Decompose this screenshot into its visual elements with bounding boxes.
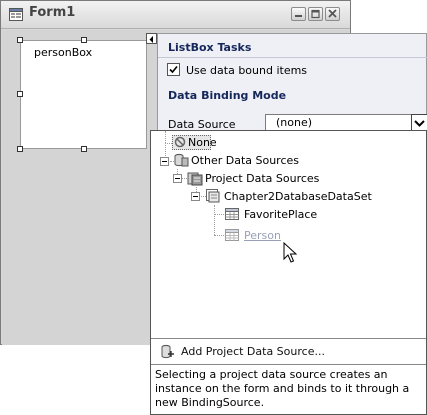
collapse-icon[interactable]: [173, 173, 182, 186]
table-icon: [225, 229, 239, 244]
divider: [151, 364, 426, 365]
tree-item-person[interactable]: Person: [244, 229, 281, 242]
form-icon: [9, 8, 23, 21]
dataset-icon: [206, 189, 220, 206]
minimize-button[interactable]: [291, 7, 306, 21]
tree-item-favoriteplace[interactable]: FavoritePlace: [244, 208, 317, 221]
data-source-dropdown: None Other Data Sources Project Data Sou…: [150, 130, 427, 415]
person-listbox[interactable]: personBox: [20, 40, 147, 149]
window-title: Form1: [29, 5, 76, 20]
tree-item-other-data-sources[interactable]: Other Data Sources: [191, 154, 299, 167]
collapse-icon[interactable]: [160, 156, 169, 169]
tree-item-dataset[interactable]: Chapter2DatabaseDataSet: [224, 190, 372, 203]
collapse-icon[interactable]: [191, 191, 200, 204]
tree-item-project-data-sources[interactable]: Project Data Sources: [205, 172, 319, 185]
divider: [158, 57, 427, 58]
description-text: Selecting a project data source creates …: [155, 368, 410, 409]
data-sources-icon: [173, 153, 189, 171]
mouse-cursor-icon: [283, 241, 298, 267]
data-binding-mode-header: Data Binding Mode: [168, 89, 287, 102]
table-icon: [225, 208, 239, 223]
maximize-button[interactable]: [308, 7, 323, 21]
resize-grip-bottom[interactable]: [81, 146, 87, 152]
use-data-bound-items-checkbox[interactable]: [167, 63, 180, 76]
add-project-data-source-link[interactable]: Add Project Data Source...: [181, 345, 325, 358]
data-source-value: (none): [276, 116, 313, 129]
resize-grip-top[interactable]: [81, 37, 87, 43]
title-bar[interactable]: Form1: [1, 1, 350, 29]
smart-tag-glyph[interactable]: [146, 33, 157, 44]
tasks-panel-title: ListBox Tasks: [168, 41, 252, 54]
close-button[interactable]: [325, 7, 340, 21]
project-data-sources-icon: [187, 171, 203, 189]
add-data-source-icon: [160, 344, 175, 362]
resize-grip-top-left[interactable]: [17, 37, 23, 43]
none-icon: [174, 136, 186, 151]
tree-item-none-label: None: [188, 136, 217, 149]
divider: [151, 338, 426, 339]
listbox-name-text: personBox: [34, 46, 93, 59]
use-data-bound-items-label[interactable]: Use data bound items: [186, 64, 307, 77]
resize-grip-left[interactable]: [17, 91, 23, 97]
resize-grip-bottom-left[interactable]: [17, 146, 23, 152]
